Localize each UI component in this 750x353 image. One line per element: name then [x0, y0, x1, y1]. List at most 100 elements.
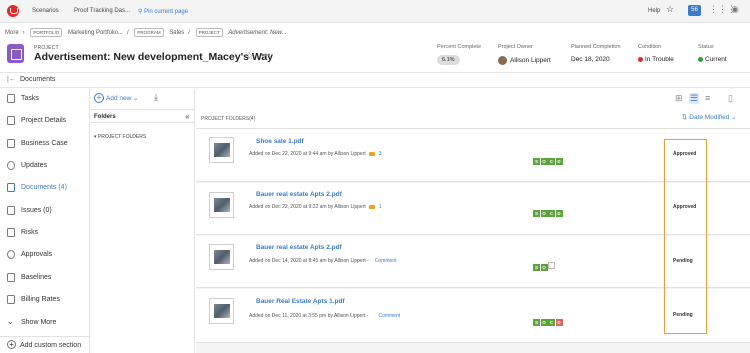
socd-o: O — [540, 210, 548, 217]
details-panel-icon[interactable]: ▯ — [728, 93, 733, 104]
user-avatar-icon[interactable]: ◉ — [731, 4, 739, 15]
more-options-icon[interactable]: ••• — [261, 50, 270, 60]
document-meta: Added on Dec 22, 2020 at 9:22 am by Alli… — [249, 204, 382, 210]
socd-d: D — [555, 319, 563, 326]
document-extra[interactable]: 1 — [379, 204, 382, 210]
folders-title: Folders — [94, 114, 116, 120]
sidebar-item-label: Approvals — [21, 251, 53, 258]
baselines-icon — [7, 273, 15, 282]
list-view-icon[interactable]: ☰ — [689, 93, 700, 104]
sort-button[interactable]: ⇅ Date Modified ⌄ — [682, 113, 737, 121]
tasks-icon — [7, 94, 15, 103]
socd-s: S — [533, 264, 540, 271]
sidebar-item-updates[interactable]: Updates — [0, 156, 90, 176]
app-logo-icon[interactable] — [7, 5, 19, 17]
socd-s: S — [533, 210, 540, 217]
document-name[interactable]: Bauer Real Estate Apts 1.pdf — [256, 298, 345, 305]
document-name[interactable]: Bauer real estate Apts 2.pdf — [256, 244, 342, 251]
socd-o: O — [540, 158, 548, 165]
planned-completion-value: Dec 18, 2020 — [571, 56, 610, 63]
document-name[interactable]: Bauer real estate Apts 2.pdf — [256, 191, 342, 198]
document-thumbnail[interactable] — [209, 298, 234, 324]
percent-complete-label: Percent Complete — [437, 44, 482, 50]
status-value[interactable]: Current — [698, 56, 727, 63]
owner-name: Allison Lippert — [510, 57, 551, 65]
add-new-button[interactable]: + Add new ⌄ — [94, 93, 139, 103]
status-text: Current — [705, 56, 727, 63]
tab-proof-tracking[interactable]: Proof Tracking Das... — [74, 8, 130, 14]
sidebar-item-project-details[interactable]: Project Details — [0, 111, 90, 131]
socd-indicators: SOCD — [533, 202, 563, 220]
tag-portfolio: PORTFOLIO — [30, 28, 63, 37]
notifications-badge[interactable]: 56 — [688, 5, 701, 16]
breadcrumb-program[interactable]: Sales — [169, 30, 184, 36]
document-meta-text: Added on Dec 22, 2020 at 9:22 am by Alli… — [249, 204, 366, 210]
socd-o: O — [540, 319, 548, 326]
compact-view-icon[interactable]: ≡ — [705, 93, 710, 103]
sidebar-item-documents[interactable]: Documents (4) — [0, 178, 90, 198]
sidebar-item-approvals[interactable]: Approvals — [0, 245, 90, 265]
document-extra[interactable]: 3 — [379, 151, 382, 157]
sidebar-item-billing-rates[interactable]: Billing Rates — [0, 290, 90, 310]
tag-project: PROJECT — [195, 28, 223, 37]
help-link[interactable]: Help — [648, 8, 660, 14]
download-icon[interactable]: ⤓ — [154, 92, 158, 103]
document-thumbnail[interactable] — [209, 244, 234, 270]
details-icon — [7, 116, 15, 125]
breadcrumb-project: Advertisement: New... — [228, 30, 287, 36]
breadcrumb-portfolio[interactable]: Marketing Portfolio... — [68, 30, 123, 36]
sort-icon: ⇅ — [682, 114, 688, 121]
socd-c: C — [548, 210, 555, 217]
socd-c: C — [548, 319, 555, 326]
plus-icon: + — [7, 340, 16, 349]
sidebar-item-business-case[interactable]: Business Case — [0, 134, 90, 154]
condition-value[interactable]: In Trouble — [638, 56, 674, 63]
document-meta: Added on Dec 14, 2020 at 8:45 am by Alli… — [249, 258, 397, 264]
add-custom-section-button[interactable]: + Add custom section — [7, 340, 81, 349]
document-name[interactable]: Shoe sale 1.pdf — [256, 138, 304, 145]
folder-tree-root-label: PROJECT FOLDERS — [97, 134, 147, 140]
folder-tree-root[interactable]: ▾ PROJECT FOLDERS — [94, 134, 146, 140]
business-case-icon — [7, 139, 15, 148]
sidebar-item-issues[interactable]: Issues (0) — [0, 201, 90, 221]
owner-value[interactable]: Allison Lippert — [498, 56, 551, 65]
planned-completion-label: Planned Completion — [571, 44, 621, 50]
tab-scenarios[interactable]: Scenarios — [32, 8, 59, 14]
top-bar: Scenarios Proof Tracking Das... ⚲ Pin cu… — [0, 0, 750, 23]
breadcrumb-more[interactable]: More — [5, 30, 19, 36]
sidebar-item-baselines[interactable]: Baselines — [0, 268, 90, 288]
chevron-down-icon: ⌄ — [7, 317, 14, 326]
socd-c-empty — [548, 262, 555, 269]
updates-icon — [7, 161, 15, 170]
sidebar-item-tasks[interactable]: Tasks — [0, 89, 90, 109]
socd-indicators: SOCD — [533, 150, 563, 168]
collapse-panel-icon[interactable]: |← — [7, 76, 16, 83]
collapse-folders-icon[interactable]: « — [185, 112, 189, 121]
breadcrumb: More › PORTFOLIO Marketing Portfolio... / … — [5, 28, 287, 37]
comment-emoji-icon — [368, 204, 375, 209]
sidebar-item-label: Show More — [21, 319, 57, 326]
percent-pill: 6.1% — [437, 55, 460, 65]
star-icon[interactable]: ☆ — [666, 4, 674, 15]
folder-title: PROJECT FOLDERS(4) — [201, 116, 256, 122]
document-thumbnail[interactable] — [209, 137, 234, 163]
socd-d: D — [555, 158, 563, 165]
sidebar-item-risks[interactable]: Risks — [0, 223, 90, 243]
pin-current-page-link[interactable]: ⚲ Pin current page — [138, 8, 188, 15]
grid-view-icon[interactable]: ⊞ — [675, 93, 683, 104]
project-icon — [7, 44, 24, 63]
comment-link[interactable]: Comment — [378, 313, 400, 319]
folders-pane — [91, 89, 195, 353]
favorite-star-icon[interactable]: ☆ — [245, 51, 254, 62]
folders-header: Folders « — [91, 109, 195, 123]
sidebar-item-label: Documents (4) — [21, 184, 67, 191]
comment-link[interactable]: Comment — [375, 258, 397, 264]
document-meta-text: Added on Dec 11, 2020 at 3:55 pm by Alli… — [249, 313, 369, 319]
approvals-icon — [7, 250, 15, 259]
sidebar-item-show-more[interactable]: ⌄ Show More — [0, 313, 90, 333]
socd-c: C — [548, 158, 555, 165]
condition-label: Condition — [638, 44, 662, 50]
document-thumbnail[interactable] — [209, 192, 234, 218]
sidebar-item-label: Billing Rates — [21, 296, 60, 303]
risks-icon — [7, 228, 15, 237]
